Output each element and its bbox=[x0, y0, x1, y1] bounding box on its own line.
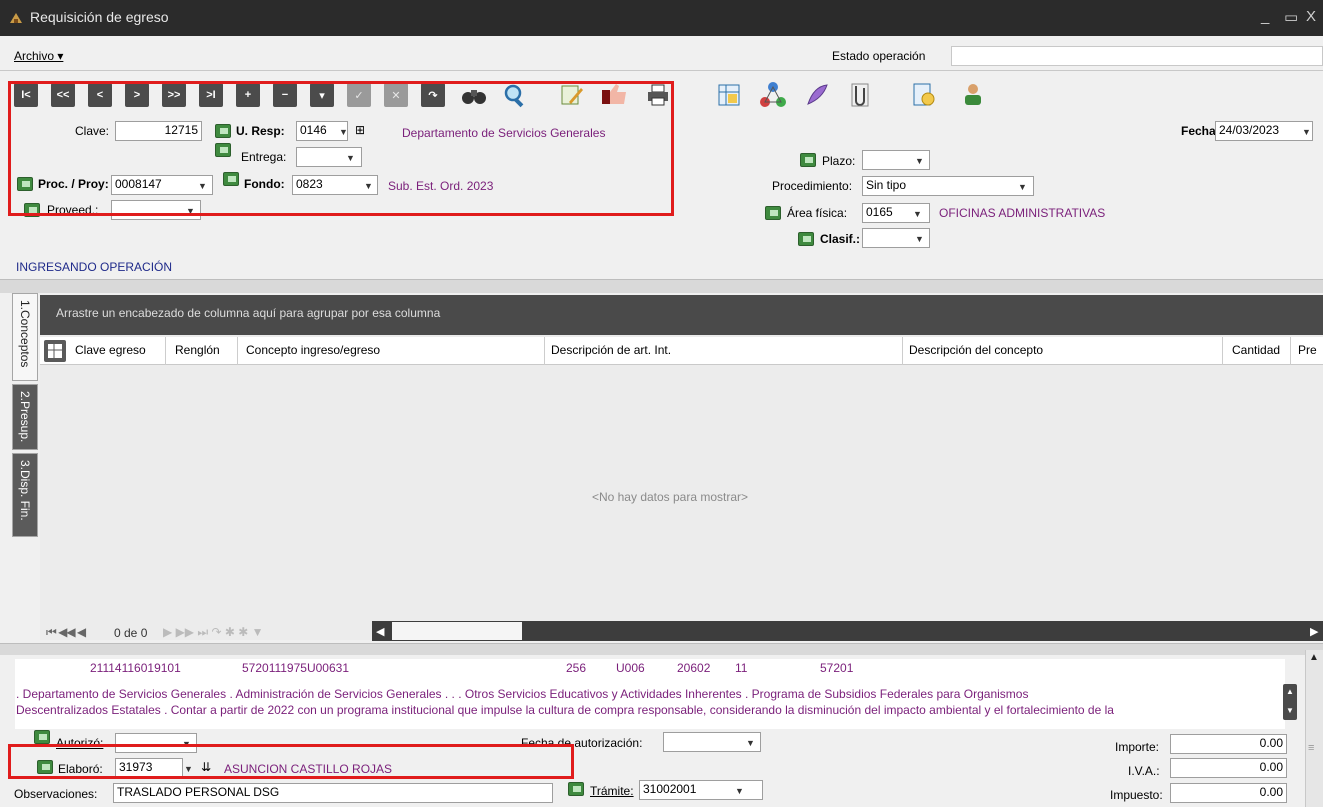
procedimiento-label: Procedimiento: bbox=[772, 179, 853, 193]
user-icon[interactable] bbox=[958, 80, 988, 110]
column-divider bbox=[544, 337, 545, 365]
grid-column-header bbox=[40, 337, 1323, 365]
clasif-lookup-icon[interactable] bbox=[798, 232, 814, 246]
feather-icon[interactable] bbox=[802, 80, 832, 110]
description-up-icon[interactable]: ▲ bbox=[1286, 687, 1294, 696]
codigo-u006: U006 bbox=[616, 661, 645, 675]
tab-disp-fin[interactable]: 3.Disp. Fin. bbox=[12, 453, 38, 537]
codigo-20602: 20602 bbox=[677, 661, 711, 675]
iva-field[interactable]: 0.00 bbox=[1170, 758, 1287, 778]
operation-status: INGRESANDO OPERACIÓN bbox=[16, 260, 173, 274]
splitter-top[interactable] bbox=[0, 279, 1323, 293]
description-line-1: . Departamento de Servicios Generales . … bbox=[16, 687, 1029, 701]
tramite-label: Trámite: bbox=[590, 784, 634, 798]
column-divider bbox=[165, 337, 166, 365]
column-divider bbox=[1290, 337, 1291, 365]
codigo-256: 256 bbox=[566, 661, 587, 675]
estado-operacion-field[interactable] bbox=[951, 46, 1323, 66]
observaciones-label: Observaciones: bbox=[14, 787, 98, 801]
right-scrollbar[interactable]: ▲ ≡ bbox=[1305, 650, 1323, 807]
area-description: OFICINAS ADMINISTRATIVAS bbox=[939, 206, 1106, 220]
budget-description: . Departamento de Servicios Generales . … bbox=[16, 686, 1281, 718]
right-scroll-up-icon[interactable]: ▲ bbox=[1309, 652, 1319, 663]
fecha-field[interactable]: 24/03/2023 bbox=[1215, 121, 1313, 141]
clasif-dropdown-icon[interactable]: ▼ bbox=[915, 234, 924, 244]
minimize-button[interactable]: _ bbox=[1261, 8, 1269, 25]
grid-empty-message: <No hay datos para mostrar> bbox=[591, 490, 749, 504]
description-line-2: Descentralizados Estatales . Contar a pa… bbox=[16, 703, 1114, 717]
network-icon[interactable] bbox=[758, 80, 788, 110]
pager-count: 0 de 0 bbox=[114, 626, 148, 640]
column-concepto[interactable]: Concepto ingreso/egreso bbox=[246, 343, 380, 357]
codigo-11: 11 bbox=[735, 661, 748, 675]
column-descripcion-art[interactable]: Descripción de art. Int. bbox=[551, 343, 671, 357]
column-precio[interactable]: Pre bbox=[1298, 343, 1317, 357]
impuesto-label: Impuesto: bbox=[1110, 788, 1163, 802]
column-divider bbox=[237, 337, 238, 365]
fecha-autorizacion-dropdown-icon[interactable]: ▼ bbox=[746, 738, 755, 748]
area-lookup-icon[interactable] bbox=[765, 206, 781, 220]
clasif-label: Clasif.: bbox=[820, 232, 861, 246]
column-divider bbox=[1222, 337, 1223, 365]
codigo-presupuestal: 21114116019101 bbox=[90, 661, 181, 675]
fecha-dropdown-icon[interactable]: ▼ bbox=[1302, 127, 1311, 137]
tab-presup[interactable]: 2.Presup. bbox=[12, 384, 38, 450]
observaciones-field[interactable]: TRASLADO PERSONAL DSG bbox=[113, 783, 553, 803]
plazo-label: Plazo: bbox=[822, 154, 856, 168]
right-scroll-grip-icon[interactable]: ≡ bbox=[1308, 742, 1314, 754]
tab-presup-label: 2.Presup. bbox=[18, 391, 32, 443]
scroll-left-icon[interactable]: ◀ bbox=[376, 625, 384, 638]
plazo-dropdown-icon[interactable]: ▼ bbox=[915, 156, 924, 166]
menu-archivo[interactable]: Archivo ▾ bbox=[14, 49, 63, 63]
tramite-lookup-icon[interactable] bbox=[568, 782, 584, 796]
pager-nav-last-icon[interactable]: ▶ ▶▶ ⏭ ↷ ✱ ✱ ▼ bbox=[163, 625, 264, 640]
tramite-field[interactable]: 31002001 bbox=[639, 780, 763, 800]
description-scroll[interactable]: ▲ ▼ bbox=[1283, 684, 1297, 720]
highlight-box-header bbox=[8, 81, 674, 216]
highlight-box-elaboro bbox=[8, 744, 574, 779]
maximize-button[interactable]: ▭ bbox=[1284, 8, 1298, 26]
fecha-label: Fecha: bbox=[1181, 124, 1220, 138]
grid-icon[interactable] bbox=[714, 80, 744, 110]
column-renglon[interactable]: Renglón bbox=[175, 343, 220, 357]
codigo-57201: 57201 bbox=[820, 661, 854, 675]
tab-conceptos[interactable]: 1.Conceptos bbox=[12, 293, 38, 381]
group-by-panel[interactable]: Arrastre un encabezado de columna aquí p… bbox=[40, 295, 1323, 335]
area-dropdown-icon[interactable]: ▼ bbox=[913, 209, 922, 219]
importe-field[interactable]: 0.00 bbox=[1170, 734, 1287, 754]
estado-operacion-label: Estado operación bbox=[832, 49, 926, 63]
area-label: Área física: bbox=[787, 206, 848, 220]
description-down-icon[interactable]: ▼ bbox=[1286, 706, 1294, 715]
tab-disp-fin-label: 3.Disp. Fin. bbox=[18, 460, 32, 521]
column-descripcion-concepto[interactable]: Descripción del concepto bbox=[909, 343, 1043, 357]
report-icon[interactable] bbox=[909, 80, 939, 110]
close-button[interactable]: X bbox=[1306, 8, 1316, 25]
iva-label: I.V.A.: bbox=[1128, 764, 1160, 778]
impuesto-field[interactable]: 0.00 bbox=[1170, 783, 1287, 803]
procedimiento-dropdown-icon[interactable]: ▼ bbox=[1018, 182, 1027, 192]
splitter-bottom[interactable] bbox=[0, 643, 1323, 655]
window-title: Requisición de egreso bbox=[30, 9, 169, 25]
scroll-thumb[interactable] bbox=[392, 622, 522, 640]
attach-icon[interactable] bbox=[845, 80, 875, 110]
pager-nav-first-icon[interactable]: ⏮ ◀◀ ◀ bbox=[46, 625, 86, 640]
column-chooser-icon[interactable] bbox=[44, 340, 66, 362]
title-bar: Requisición de egreso _ ▭ X bbox=[0, 0, 1323, 36]
codigo-programa: 5720111975U00631 bbox=[242, 661, 349, 675]
app-icon bbox=[8, 10, 24, 26]
importe-label: Importe: bbox=[1115, 740, 1160, 754]
tab-conceptos-label: 1.Conceptos bbox=[18, 300, 32, 368]
plazo-lookup-icon[interactable] bbox=[800, 153, 816, 167]
procedimiento-field[interactable]: Sin tipo bbox=[862, 176, 1034, 196]
horizontal-scrollbar[interactable]: ◀ ▶ bbox=[372, 621, 1323, 641]
grid-pager[interactable]: ⏮ ◀◀ ◀ 0 de 0 ▶ ▶▶ ⏭ ↷ ✱ ✱ ▼ bbox=[40, 620, 370, 642]
column-clave-egreso[interactable]: Clave egreso bbox=[75, 343, 146, 357]
tramite-dropdown-icon[interactable]: ▼ bbox=[735, 786, 744, 796]
scroll-right-icon[interactable]: ▶ bbox=[1310, 625, 1318, 638]
column-divider bbox=[902, 337, 903, 365]
autorizo-lookup-icon[interactable] bbox=[34, 730, 50, 744]
column-cantidad[interactable]: Cantidad bbox=[1232, 343, 1280, 357]
